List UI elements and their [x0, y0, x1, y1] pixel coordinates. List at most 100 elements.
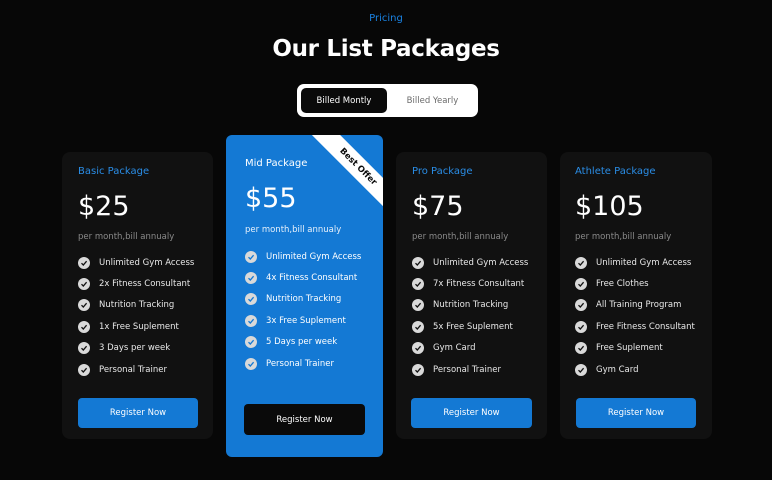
pricing-eyebrow: Pricing	[369, 13, 403, 24]
feature-list: Unlimited Gym Access 7x Fitness Consulta…	[412, 252, 528, 380]
feature-label: 7x Fitness Consultant	[433, 279, 525, 290]
feature-label: Free Suplement	[596, 343, 663, 354]
register-now-button[interactable]: Register Now	[78, 398, 198, 428]
best-offer-ribbon: Best Offer	[308, 135, 383, 210]
feature-label: All Training Program	[596, 300, 682, 311]
feature-label: Nutrition Tracking	[99, 300, 175, 311]
check-icon	[575, 342, 587, 355]
feature-list: Unlimited Gym Access 4x Fitness Consulta…	[245, 246, 361, 374]
feature-label: Free Fitness Consultant	[596, 321, 695, 332]
check-icon	[575, 278, 587, 291]
billing-toggle: Billed Montly Billed Yearly	[297, 84, 478, 117]
check-icon	[245, 336, 257, 349]
feature-item: Free Clothes	[575, 273, 695, 294]
package-period: per month,bill annualy	[78, 232, 175, 242]
feature-label: 2x Fitness Consultant	[99, 279, 191, 290]
feature-label: Gym Card	[596, 364, 639, 375]
feature-item: Gym Card	[575, 359, 695, 380]
package-price: $75	[412, 191, 464, 222]
feature-label: Gym Card	[433, 343, 476, 354]
feature-item: 5x Free Suplement	[412, 316, 528, 337]
mid-package-card: Best Offer Mid Package $55 per month,bil…	[226, 135, 383, 457]
package-price: $105	[575, 191, 644, 222]
check-icon	[412, 256, 424, 269]
check-icon	[78, 363, 90, 376]
register-now-button[interactable]: Register Now	[411, 398, 532, 428]
feature-label: Nutrition Tracking	[433, 300, 509, 311]
package-period: per month,bill annualy	[245, 225, 342, 235]
check-icon	[412, 278, 424, 291]
feature-item: Personal Trainer	[78, 359, 194, 380]
check-icon	[78, 320, 90, 333]
feature-item: Personal Trainer	[412, 359, 528, 380]
feature-label: Unlimited Gym Access	[596, 257, 692, 268]
feature-item: 3x Free Suplement	[245, 310, 361, 331]
feature-label: Free Clothes	[596, 279, 649, 290]
register-now-button[interactable]: Register Now	[576, 398, 696, 428]
billed-yearly-option[interactable]: Billed Yearly	[391, 88, 474, 113]
feature-item: Unlimited Gym Access	[575, 252, 695, 273]
feature-item: Nutrition Tracking	[78, 295, 194, 316]
billed-monthly-option[interactable]: Billed Montly	[301, 88, 387, 113]
check-icon	[412, 299, 424, 312]
package-period: per month,bill annualy	[412, 232, 509, 242]
feature-label: Personal Trainer	[99, 364, 167, 375]
feature-label: 5 Days per week	[266, 337, 338, 348]
feature-item: Unlimited Gym Access	[78, 252, 194, 273]
feature-list: Unlimited Gym Access 2x Fitness Consulta…	[78, 252, 194, 380]
feature-label: 1x Free Suplement	[99, 321, 179, 332]
feature-label: Unlimited Gym Access	[266, 251, 362, 262]
feature-item: 7x Fitness Consultant	[412, 273, 528, 294]
feature-item: Nutrition Tracking	[245, 289, 361, 310]
check-icon	[245, 272, 257, 285]
check-icon	[78, 278, 90, 291]
check-icon	[412, 363, 424, 376]
feature-label: 3 Days per week	[99, 343, 171, 354]
package-period: per month,bill annualy	[575, 232, 672, 242]
feature-label: Unlimited Gym Access	[99, 257, 195, 268]
check-icon	[245, 314, 257, 327]
feature-item: Free Suplement	[575, 338, 695, 359]
feature-item: 3 Days per week	[78, 338, 194, 359]
page-title: Our List Packages	[272, 36, 500, 62]
check-icon	[575, 363, 587, 376]
package-price: $55	[245, 183, 297, 214]
feature-item: Unlimited Gym Access	[245, 246, 361, 267]
feature-label: Nutrition Tracking	[266, 294, 342, 305]
check-icon	[575, 299, 587, 312]
feature-item: 5 Days per week	[245, 332, 361, 353]
check-icon	[78, 299, 90, 312]
feature-item: Free Fitness Consultant	[575, 316, 695, 337]
package-name: Pro Package	[412, 166, 473, 177]
feature-item: Personal Trainer	[245, 353, 361, 374]
register-now-button[interactable]: Register Now	[244, 404, 365, 435]
feature-label: Unlimited Gym Access	[433, 257, 529, 268]
feature-item: Unlimited Gym Access	[412, 252, 528, 273]
check-icon	[245, 250, 257, 263]
feature-label: Personal Trainer	[433, 364, 501, 375]
check-icon	[412, 320, 424, 333]
best-offer-badge: Best Offer	[312, 135, 383, 210]
feature-label: Personal Trainer	[266, 358, 334, 369]
feature-item: Gym Card	[412, 338, 528, 359]
feature-label: 3x Free Suplement	[266, 315, 346, 326]
package-name: Basic Package	[78, 166, 150, 177]
check-icon	[412, 342, 424, 355]
check-icon	[245, 293, 257, 306]
athlete-package-card: Athlete Package $105 per month,bill annu…	[560, 152, 712, 439]
feature-item: 1x Free Suplement	[78, 316, 194, 337]
check-icon	[78, 342, 90, 355]
check-icon	[78, 256, 90, 269]
feature-label: 4x Fitness Consultant	[266, 273, 358, 284]
feature-label: 5x Free Suplement	[433, 321, 513, 332]
package-price: $25	[78, 191, 130, 222]
check-icon	[575, 256, 587, 269]
feature-item: Nutrition Tracking	[412, 295, 528, 316]
check-icon	[575, 320, 587, 333]
feature-item: All Training Program	[575, 295, 695, 316]
pro-package-card: Pro Package $75 per month,bill annualy U…	[396, 152, 547, 439]
package-name: Athlete Package	[575, 166, 656, 177]
feature-item: 2x Fitness Consultant	[78, 273, 194, 294]
feature-item: 4x Fitness Consultant	[245, 267, 361, 288]
feature-list: Unlimited Gym Access Free Clothes All Tr…	[575, 252, 695, 380]
